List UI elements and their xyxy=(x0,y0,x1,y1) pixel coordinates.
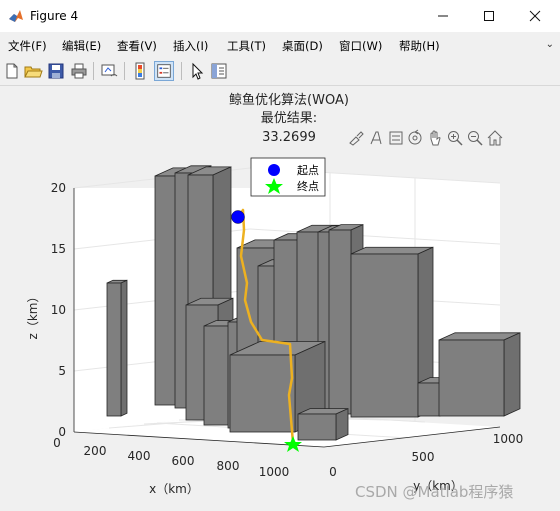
figure-toolbar xyxy=(0,57,560,86)
bar-front-face xyxy=(417,382,441,417)
y-tick-label: 1000 xyxy=(493,432,524,446)
y-tick-label: 0 xyxy=(329,465,337,479)
y-tick-label: 500 xyxy=(412,450,435,464)
toolbar-separator xyxy=(93,62,94,80)
open-file-icon[interactable] xyxy=(23,61,43,81)
bar-side-face xyxy=(335,407,349,441)
x-axis-label: x（km） xyxy=(149,482,199,496)
menu-window[interactable]: 窗口(W) xyxy=(339,38,382,54)
menu-overflow-icon[interactable]: ⌄ xyxy=(546,39,554,50)
bar-front-face xyxy=(350,253,419,418)
save-icon[interactable] xyxy=(46,61,66,81)
bar-front-face xyxy=(297,413,337,441)
x-tick-label: 600 xyxy=(172,454,195,468)
x-tick-label: 800 xyxy=(217,459,240,473)
x-tick-label: 200 xyxy=(84,444,107,458)
menu-insert[interactable]: 插入(I) xyxy=(173,38,208,54)
title-bar: Figure 4 xyxy=(0,0,560,32)
window-title: Figure 4 xyxy=(30,9,79,23)
minimize-icon xyxy=(438,15,448,17)
start-point-marker xyxy=(231,210,245,224)
bar-side-face xyxy=(503,332,521,417)
z-tick-label: 15 xyxy=(51,242,66,256)
menu-edit[interactable]: 编辑(E) xyxy=(62,38,101,54)
chart-title-line-1: 鲸鱼优化算法(WOA) xyxy=(229,92,349,108)
print-icon[interactable] xyxy=(69,61,89,81)
legend-start-label: 起点 xyxy=(297,164,319,177)
menu-bar: 文件(F) 编辑(E) 查看(V) 插入(I) 工具(T) 桌面(D) 窗口(W… xyxy=(0,34,560,56)
z-tick-label: 10 xyxy=(51,303,66,317)
toolbar-separator xyxy=(124,62,125,80)
menu-file[interactable]: 文件(F) xyxy=(8,38,47,54)
legend[interactable]: 起点 终点 xyxy=(250,157,326,197)
close-button[interactable] xyxy=(512,0,558,32)
z-tick-label: 5 xyxy=(58,364,66,378)
watermark: CSDN @Matlab程序猿 xyxy=(355,483,514,501)
legend-icon[interactable] xyxy=(154,61,174,81)
toolbar-separator xyxy=(181,62,182,80)
bar-front-face xyxy=(229,354,296,433)
minimize-button[interactable] xyxy=(420,0,466,32)
pointer-icon[interactable] xyxy=(187,61,207,81)
x-tick-label: 0 xyxy=(53,436,61,450)
z-axis-label: z（km） xyxy=(26,291,40,340)
bar-side-face xyxy=(120,279,128,417)
menu-help[interactable]: 帮助(H) xyxy=(399,38,440,54)
chart-title-line-2: 最优结果: xyxy=(261,111,317,126)
x-tick-label: 1000 xyxy=(259,465,290,479)
maximize-icon xyxy=(484,11,494,21)
menu-tools[interactable]: 工具(T) xyxy=(227,38,266,54)
z-tick-label: 20 xyxy=(51,181,66,195)
plot-axes[interactable]: 鲸鱼优化算法(WOA) 最优结果: 33.2699 起点 终点 20 15 10… xyxy=(0,86,560,511)
property-inspector-icon[interactable] xyxy=(209,61,229,81)
bar-front-face xyxy=(328,229,352,415)
chart-title-line-3: 33.2699 xyxy=(262,130,316,145)
menu-view[interactable]: 查看(V) xyxy=(117,38,157,54)
x-tick-label: 400 xyxy=(128,449,151,463)
bar-front-face xyxy=(154,175,178,406)
new-figure-icon[interactable] xyxy=(2,61,22,81)
link-plot-icon[interactable] xyxy=(99,61,119,81)
bar-front-face xyxy=(438,339,505,417)
matlab-logo-icon xyxy=(9,10,23,22)
close-icon xyxy=(529,10,541,22)
legend-start-marker xyxy=(268,164,280,176)
menu-desktop[interactable]: 桌面(D) xyxy=(282,38,323,54)
maximize-button[interactable] xyxy=(466,0,512,32)
bar-front-face xyxy=(106,282,122,417)
legend-end-label: 终点 xyxy=(297,179,319,193)
colorbar-icon[interactable] xyxy=(131,61,151,81)
